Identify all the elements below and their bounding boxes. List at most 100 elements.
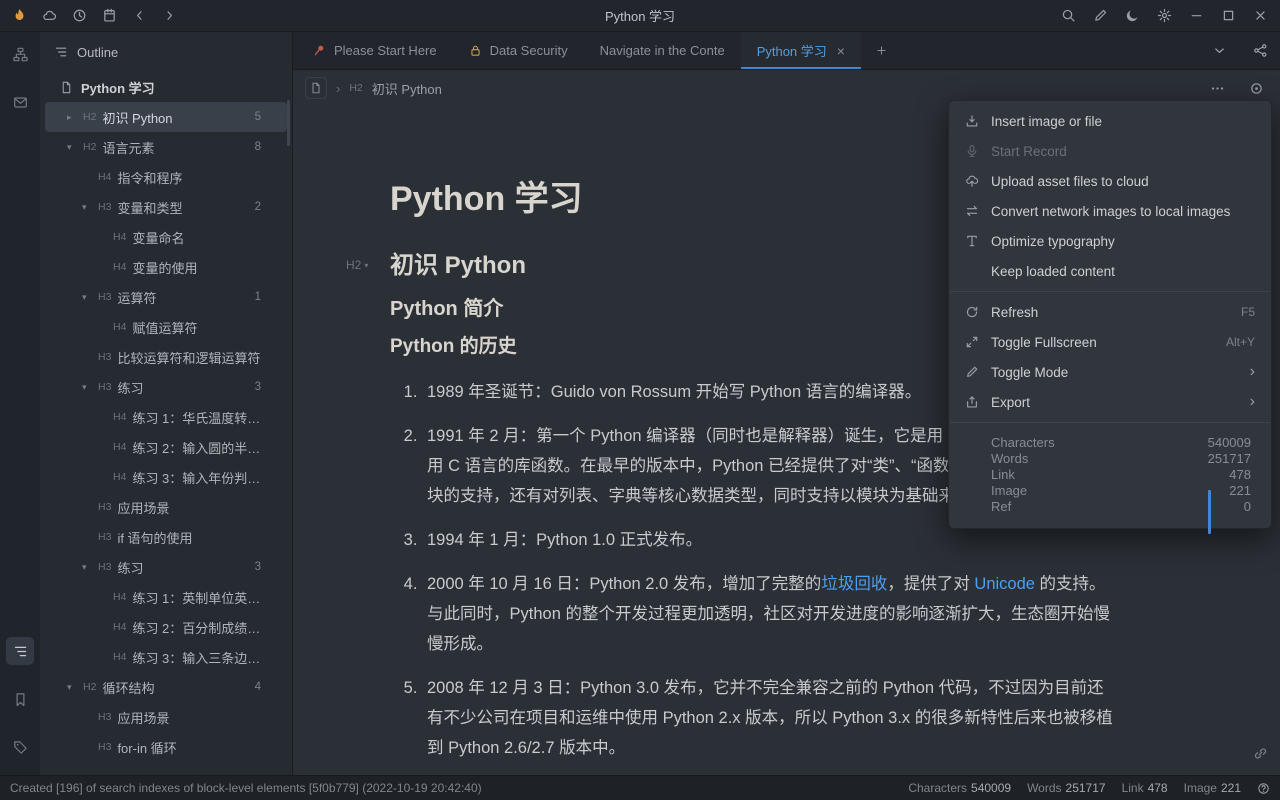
outline-item[interactable]: H4练习 2：百分制成绩… (45, 612, 287, 642)
stat-label: Link (991, 467, 1015, 483)
list-item[interactable]: 1994 年 1 月：Python 1.0 正式发布。 (422, 525, 1114, 555)
nav-back-icon[interactable] (132, 8, 147, 23)
outline-item[interactable]: H3for-in 循环 (45, 732, 287, 762)
status-stat-characters: Characters540009 (908, 781, 1011, 795)
submenu-arrow-icon: › (1250, 394, 1255, 410)
main-panel: Please Start HereData SecurityNavigate i… (293, 32, 1280, 775)
heading-gutter[interactable]: H2 ▾ (346, 258, 368, 272)
window-minimize-icon[interactable] (1189, 8, 1204, 23)
history-icon[interactable] (72, 8, 87, 23)
nav-forward-icon[interactable] (162, 8, 177, 23)
window-maximize-icon[interactable] (1221, 8, 1236, 23)
outline-item[interactable]: ▾H3练习3 (45, 372, 287, 402)
settings-gear-icon[interactable] (1157, 8, 1172, 23)
outline-item[interactable]: H3if 语句的使用 (45, 522, 287, 552)
outline-item[interactable]: H4变量命名 (45, 222, 287, 252)
tab-list-chevron-icon[interactable] (1212, 43, 1227, 58)
cloud-sync-icon[interactable] (42, 8, 57, 23)
menu-item-toggle-mode[interactable]: Toggle Mode› (949, 357, 1271, 387)
menu-item-refresh[interactable]: RefreshF5 (949, 297, 1271, 327)
outline-item[interactable]: H4练习 3：输入年份判… (45, 462, 287, 492)
tab-data-security[interactable]: Data Security (453, 32, 584, 69)
outline-doc-item[interactable]: Python 学习 (45, 72, 287, 102)
sitemap-icon[interactable] (6, 40, 34, 68)
menu-item-convert-network-images-to-local-images[interactable]: Convert network images to local images (949, 196, 1271, 226)
chevron-down-icon[interactable]: ▾ (82, 562, 98, 573)
window-close-icon[interactable] (1253, 8, 1268, 23)
breadcrumb-heading-label[interactable]: 初识 Python (372, 79, 442, 98)
menu-item-insert-image-or-file[interactable]: Insert image or file (949, 106, 1271, 136)
more-options-icon[interactable] (1210, 81, 1225, 96)
outline-item[interactable]: H4练习 3：输入三条边… (45, 642, 287, 672)
menu-item-label: Refresh (991, 305, 1038, 320)
outline-item[interactable]: ▾H3运算符1 (45, 282, 287, 312)
chevron-down-icon[interactable]: ▾ (82, 202, 98, 213)
outline-toggle-icon[interactable] (6, 637, 34, 665)
edit-pencil-icon[interactable] (1093, 8, 1108, 23)
menu-item-export[interactable]: Export › (949, 387, 1271, 417)
mail-icon[interactable] (6, 88, 34, 116)
outline-item[interactable]: H4指令和程序 (45, 162, 287, 192)
tag-icon[interactable] (6, 733, 34, 761)
menu-item-keep-loaded-content[interactable]: Keep loaded content (949, 256, 1271, 286)
inline-link[interactable]: 垃圾回收 (821, 575, 887, 593)
outline-item[interactable]: H4练习 1：英制单位英… (45, 582, 287, 612)
collapse-caret-icon[interactable]: ▾ (364, 261, 368, 270)
outline-item[interactable]: H4变量的使用 (45, 252, 287, 282)
link-anchor-icon[interactable] (1253, 746, 1268, 761)
outline-item[interactable]: ▸H2初识 Python5 (45, 102, 287, 132)
tab-close-icon[interactable]: × (837, 43, 845, 59)
journal-icon[interactable] (102, 8, 117, 23)
list-item[interactable]: 2008 年 12 月 3 日：Python 3.0 发布，它并不完全兼容之前的… (422, 673, 1114, 763)
stat-row: Ref0 (991, 499, 1251, 515)
menu-item-optimize-typography[interactable]: Optimize typography (949, 226, 1271, 256)
menu-item-start-record: Start Record (949, 136, 1271, 166)
tab-navigate-in-the-conte[interactable]: Navigate in the Conte (584, 32, 741, 69)
chevron-down-icon[interactable]: ▾ (67, 682, 83, 693)
list-item[interactable]: 2000 年 10 月 16 日：Python 2.0 发布，增加了完整的垃圾回… (422, 569, 1114, 659)
bookmark-icon[interactable] (6, 685, 34, 713)
dark-mode-moon-icon[interactable] (1125, 8, 1140, 23)
menu-item-upload-asset-files-to-cloud[interactable]: Upload asset files to cloud (949, 166, 1271, 196)
new-tab-button[interactable] (861, 32, 902, 69)
app-logo-icon[interactable] (12, 8, 27, 23)
help-icon[interactable] (1257, 782, 1270, 795)
outline-item[interactable]: ▾H3变量和类型2 (45, 192, 287, 222)
heading-level-tag: H4 (98, 171, 111, 183)
tab-strip: Please Start HereData SecurityNavigate i… (297, 32, 861, 69)
outline-item[interactable]: H3比较运算符和逻辑运算符 (45, 342, 287, 372)
outline-item[interactable]: H4练习 2：输入圆的半… (45, 432, 287, 462)
menu-item-toggle-fullscreen[interactable]: Toggle FullscreenAlt+Y (949, 327, 1271, 357)
heading-level-tag: H3 (98, 501, 111, 513)
outline-item[interactable]: H3应用场景 (45, 492, 287, 522)
tab-please-start-here[interactable]: Please Start Here (297, 32, 453, 69)
outline-item[interactable]: ▾H3练习3 (45, 552, 287, 582)
document-icon[interactable] (305, 77, 327, 99)
pin-icon (313, 44, 326, 57)
chevron-down-icon[interactable]: ▾ (67, 142, 83, 153)
outline-item[interactable]: H3应用场景 (45, 702, 287, 732)
text-segment: 2008 年 12 月 3 日：Python 3.0 发布，它并不完全兼容之前的… (427, 679, 1113, 757)
outline-item[interactable]: ▾H2循环结构4 (45, 672, 287, 702)
tab-python-学习[interactable]: Python 学习× (741, 32, 861, 69)
sidebar-title: Outline (77, 45, 118, 60)
outline-item[interactable]: H4赋值运算符 (45, 312, 287, 342)
outline-item-count: 4 (255, 681, 287, 693)
chevron-down-icon[interactable]: ▾ (82, 382, 98, 393)
outline-item-label: 应用场景 (117, 708, 169, 727)
sidebar-scrollbar[interactable] (287, 100, 290, 146)
record-indicator-icon[interactable] (1249, 81, 1264, 96)
chevron-down-icon[interactable]: ▾ (82, 292, 98, 303)
inline-link[interactable]: Unicode (974, 575, 1035, 593)
outline-item[interactable]: H4练习 1：华氏温度转… (45, 402, 287, 432)
outline-item-label: for-in 循环 (117, 738, 176, 757)
share-graph-icon[interactable] (1253, 43, 1268, 58)
chevron-right-icon[interactable]: ▸ (67, 112, 83, 123)
menu-item-label: Export (991, 395, 1030, 410)
menu-item-label: Toggle Mode (991, 365, 1068, 380)
outline-item[interactable]: ▾H2语言元素8 (45, 132, 287, 162)
scroll-indicator[interactable] (1208, 490, 1211, 534)
search-icon[interactable] (1061, 8, 1076, 23)
text-segment: 1994 年 1 月：Python 1.0 正式发布。 (427, 531, 702, 549)
breadcrumb-chevron-icon: › (336, 81, 340, 96)
